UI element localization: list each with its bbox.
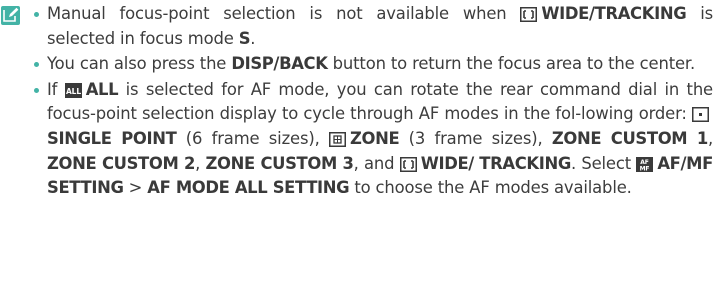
- bullet-text: (6 frame sizes),: [176, 128, 329, 148]
- zone-custom-3-label: ZONE CUSTOM 3: [205, 153, 354, 173]
- af-mode-all-setting-label: AF MODE ALL SETTING: [147, 178, 350, 198]
- svg-text:ALL: ALL: [66, 87, 81, 96]
- list-item: Manual focus-point selection is not avai…: [34, 2, 713, 51]
- bullet-text: , and: [353, 153, 400, 173]
- bullet-text: ,: [707, 128, 713, 148]
- bullet-text: (3 frame sizes),: [399, 128, 552, 148]
- bullet-dot: [34, 12, 39, 17]
- bullet-text: is selected for AF mode, you can rotate …: [47, 79, 713, 124]
- bullet-text: ,: [195, 153, 206, 173]
- bullet-text: to choose the AF modes available.: [349, 178, 632, 198]
- zone-label: ZONE: [349, 128, 400, 148]
- wide-tracking-label: WIDE/TRACKING: [541, 4, 687, 23]
- zone-icon: [328, 131, 346, 147]
- zone-custom-2-label: ZONE CUSTOM 2: [47, 153, 196, 173]
- wide-tracking-icon: [399, 156, 417, 172]
- bullet-text: .: [250, 28, 256, 48]
- disp-back-label: DISP/BACK: [231, 54, 328, 74]
- zone-custom-1-label: ZONE CUSTOM 1: [551, 128, 708, 148]
- wide-tracking-icon: [520, 7, 538, 22]
- bullet-dot: [34, 62, 39, 68]
- focus-mode-s-label: S: [238, 28, 251, 48]
- tracking-label: TRACKING: [479, 153, 571, 173]
- single-point-icon: [692, 107, 709, 123]
- wide-label: WIDE/: [420, 153, 475, 173]
- bullet-text: >: [123, 178, 148, 198]
- list-item: You can also press the DISP/BACK button …: [34, 52, 713, 77]
- bullet-text: You can also press the: [47, 54, 232, 74]
- list-item: If ALL ALL is selected for AF mode, you c…: [34, 78, 713, 201]
- af-all-icon: ALL: [64, 82, 82, 98]
- bullet-text: button to return the focus area to the c…: [327, 54, 696, 74]
- all-label: ALL: [85, 79, 119, 99]
- note-bullet-list: Manual focus-point selection is not avai…: [34, 2, 713, 202]
- bullet-text: If: [47, 79, 65, 99]
- bullet-dot: [34, 87, 39, 93]
- bullet-text: . Select: [570, 153, 637, 173]
- svg-text:MF: MF: [640, 165, 650, 172]
- single-point-label: SINGLE POINT: [47, 128, 177, 148]
- af-mf-menu-icon: AF MF: [636, 156, 654, 172]
- bullet-text: Manual focus-point selection is not avai…: [47, 4, 521, 23]
- note-pencil-icon: [1, 6, 20, 25]
